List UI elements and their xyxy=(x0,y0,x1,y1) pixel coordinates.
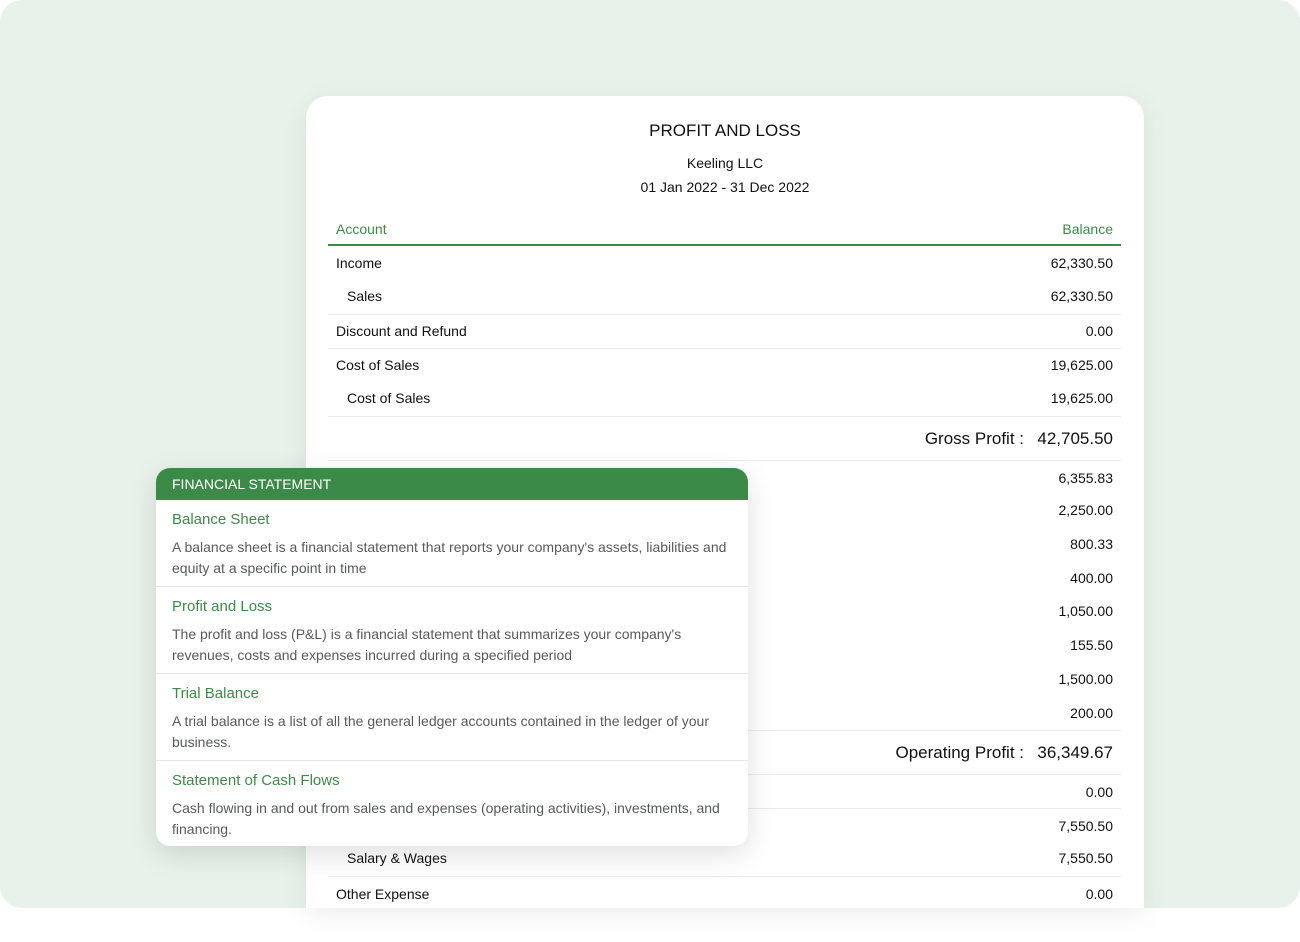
profit-and-loss-description: The profit and loss (P&L) is a financial… xyxy=(172,626,682,663)
menu-item-trial-balance[interactable]: Trial Balance A trial balance is a list … xyxy=(156,674,748,761)
statement-of-cash-flows-link[interactable]: Statement of Cash Flows xyxy=(172,772,340,789)
gross-profit-value: 42,705.50 xyxy=(1037,429,1113,448)
menu-item-profit-and-loss[interactable]: Profit and Loss The profit and loss (P&L… xyxy=(156,587,748,674)
table-row: Cost of Sales 19,625.00 xyxy=(328,348,1121,383)
trial-balance-link[interactable]: Trial Balance xyxy=(172,685,259,702)
menu-item-balance-sheet[interactable]: Balance Sheet A balance sheet is a finan… xyxy=(156,500,748,587)
balance-value: 6,355.83 xyxy=(1058,470,1114,486)
table-row: Income 62,330.50 xyxy=(328,246,1121,280)
balance-column-header: Balance xyxy=(1062,221,1113,237)
balance-value: 800.33 xyxy=(1070,536,1113,552)
balance-sheet-description: A balance sheet is a financial statement… xyxy=(172,539,727,576)
operating-profit-label: Operating Profit : xyxy=(895,743,1024,762)
report-company: Keeling LLC xyxy=(686,155,764,171)
balance-value: 19,625.00 xyxy=(1050,390,1113,406)
report-period: 01 Jan 2022 - 31 Dec 2022 xyxy=(640,179,810,195)
report-title: PROFIT AND LOSS xyxy=(649,121,801,140)
balance-value: 1,500.00 xyxy=(1058,671,1114,687)
table-row: Sales 62,330.50 xyxy=(328,280,1121,314)
balance-value: 19,625.00 xyxy=(1050,357,1113,373)
balance-value: 62,330.50 xyxy=(1050,288,1113,304)
balance-value: 0.00 xyxy=(1085,323,1113,339)
balance-value: 2,250.00 xyxy=(1058,502,1114,518)
gross-profit-label: Gross Profit : xyxy=(924,429,1024,448)
financial-statement-menu: FINANCIAL STATEMENT Balance Sheet A bala… xyxy=(156,468,748,846)
trial-balance-description: A trial balance is a list of all the gen… xyxy=(172,713,709,750)
balance-value: 155.50 xyxy=(1070,637,1113,653)
account-label: Salary & Wages xyxy=(347,850,447,866)
menu-item-statement-of-cash-flows[interactable]: Statement of Cash Flows Cash flowing in … xyxy=(156,761,748,846)
table-header: Account Balance xyxy=(328,218,1121,246)
balance-value: 7,550.50 xyxy=(1058,818,1114,834)
operating-profit-value: 36,349.67 xyxy=(1037,743,1113,762)
balance-value: 400.00 xyxy=(1070,570,1113,586)
balance-value: 62,330.50 xyxy=(1050,255,1113,271)
table-row: Cost of Sales 19,625.00 xyxy=(328,382,1121,416)
balance-value: 0.00 xyxy=(1085,784,1113,800)
gross-profit-row: Gross Profit : 42,705.50 xyxy=(328,416,1121,461)
account-label: Cost of Sales xyxy=(336,357,420,373)
balance-value: 7,550.50 xyxy=(1058,850,1114,866)
account-column-header: Account xyxy=(336,221,387,237)
table-row: Salary & Wages 7,550.50 xyxy=(328,842,1121,876)
profit-and-loss-link[interactable]: Profit and Loss xyxy=(172,598,272,615)
account-label: Sales xyxy=(347,288,383,304)
table-row: Other Expense 0.00 xyxy=(328,876,1121,908)
account-label: Income xyxy=(336,255,382,271)
statement-of-cash-flows-description: Cash flowing in and out from sales and e… xyxy=(172,800,720,837)
balance-value: 0.00 xyxy=(1085,886,1113,902)
balance-sheet-link[interactable]: Balance Sheet xyxy=(172,511,270,528)
account-label: Other Expense xyxy=(336,886,430,902)
account-label: Cost of Sales xyxy=(347,390,431,406)
account-label: Discount and Refund xyxy=(336,323,467,339)
balance-value: 200.00 xyxy=(1070,705,1113,721)
financial-statement-header: FINANCIAL STATEMENT xyxy=(156,468,748,500)
balance-value: 1,050.00 xyxy=(1058,603,1114,619)
table-row: Discount and Refund 0.00 xyxy=(328,314,1121,349)
